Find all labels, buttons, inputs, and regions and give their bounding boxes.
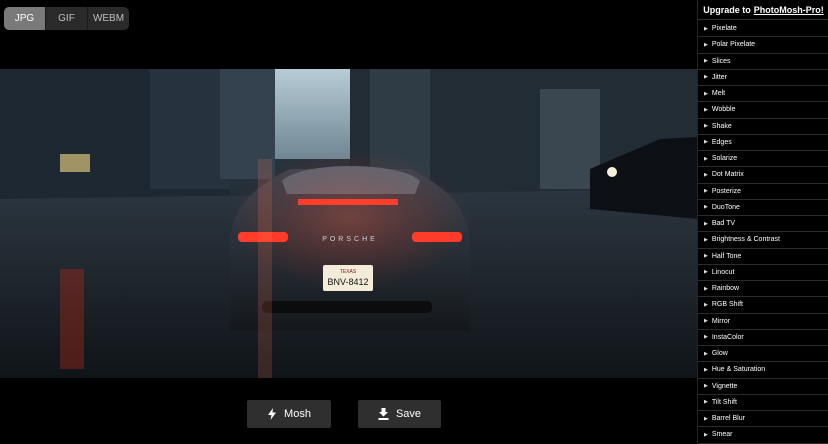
- tab-jpg[interactable]: JPG: [4, 7, 46, 30]
- expand-arrow-icon: ▶: [704, 25, 708, 32]
- upgrade-banner: Upgrade to PhotoMosh-Pro!: [698, 0, 828, 20]
- expand-arrow-icon: ▶: [704, 123, 708, 130]
- expand-arrow-icon: ▶: [704, 383, 708, 390]
- effect-label: Rainbow: [711, 285, 740, 293]
- mosh-button[interactable]: Mosh: [247, 400, 331, 428]
- effect-item[interactable]: ▶ DuoTone: [698, 200, 828, 216]
- effect-item[interactable]: ▶ Half Tone: [698, 249, 828, 265]
- effect-label: Linocut: [711, 268, 735, 276]
- effect-item[interactable]: ▶ Linocut: [698, 265, 828, 281]
- expand-arrow-icon: ▶: [704, 236, 708, 243]
- expand-arrow-icon: ▶: [704, 399, 708, 406]
- effect-label: Half Tone: [711, 252, 742, 260]
- effect-item[interactable]: ▶ Pixelate: [698, 21, 828, 38]
- effect-label: Jitter: [711, 73, 728, 81]
- effect-item[interactable]: ▶ Smear: [698, 427, 828, 444]
- expand-arrow-icon: ▶: [704, 139, 708, 146]
- expand-arrow-icon: ▶: [704, 74, 708, 81]
- save-button[interactable]: Save: [358, 400, 441, 428]
- effect-item[interactable]: ▶ Shake: [698, 119, 828, 135]
- mosh-label: Mosh: [284, 408, 311, 420]
- preview-image: PORSCHE TEXAS BNV-8412: [0, 69, 698, 378]
- effect-item[interactable]: ▶ Dot Matrix: [698, 167, 828, 184]
- effect-label: Tilt Shift: [711, 398, 737, 406]
- plate-state: TEXAS: [340, 269, 357, 275]
- expand-arrow-icon: ▶: [704, 106, 708, 113]
- effect-item[interactable]: ▶ RGB Shift: [698, 297, 828, 314]
- effect-item[interactable]: ▶ Hue & Saturation: [698, 362, 828, 379]
- expand-arrow-icon: ▶: [704, 204, 708, 211]
- expand-arrow-icon: ▶: [704, 334, 708, 341]
- bolt-icon: [268, 408, 277, 420]
- effect-label: Mirror: [711, 317, 731, 325]
- effect-item[interactable]: ▶ Brightness & Contrast: [698, 232, 828, 249]
- download-icon: [378, 408, 389, 420]
- effect-item[interactable]: ▶ Polar Pixelate: [698, 37, 828, 54]
- car-badge: PORSCHE: [322, 236, 378, 243]
- effect-item[interactable]: ▶ Tilt Shift: [698, 395, 828, 411]
- expand-arrow-icon: ▶: [704, 41, 708, 48]
- expand-arrow-icon: ▶: [704, 415, 708, 422]
- effect-item[interactable]: ▶ Posterize: [698, 184, 828, 200]
- expand-arrow-icon: ▶: [704, 188, 708, 195]
- expand-arrow-icon: ▶: [704, 431, 708, 438]
- effect-item[interactable]: ▶ Barrel Blur: [698, 411, 828, 428]
- effect-label: RGB Shift: [711, 301, 743, 309]
- effect-item[interactable]: ▶ Slices: [698, 54, 828, 70]
- effect-item[interactable]: ▶ Bad TV: [698, 216, 828, 233]
- expand-arrow-icon: ▶: [704, 269, 708, 276]
- tab-gif[interactable]: GIF: [46, 7, 88, 30]
- effect-label: Shake: [711, 122, 732, 130]
- expand-arrow-icon: ▶: [704, 155, 708, 162]
- expand-arrow-icon: ▶: [704, 318, 708, 325]
- upgrade-prefix: Upgrade to: [703, 4, 751, 15]
- expand-arrow-icon: ▶: [704, 253, 708, 260]
- expand-arrow-icon: ▶: [704, 220, 708, 227]
- effect-label: Wobble: [711, 106, 736, 114]
- effects-sidebar: Upgrade to PhotoMosh-Pro! ▶ Pixelate ▶ Pola…: [697, 0, 828, 444]
- effect-label: InstaColor: [711, 333, 744, 341]
- effect-item[interactable]: ▶ Rainbow: [698, 281, 828, 298]
- expand-arrow-icon: ▶: [704, 301, 708, 308]
- effect-item[interactable]: ▶ InstaColor: [698, 330, 828, 346]
- save-label: Save: [395, 408, 422, 420]
- effects-list: ▶ Pixelate ▶ Polar Pixelate ▶ Slices ▶ Jitter ▶ M…: [698, 21, 828, 444]
- effect-label: Bad TV: [711, 220, 736, 228]
- upgrade-link[interactable]: PhotoMosh-Pro!: [754, 5, 824, 15]
- expand-arrow-icon: ▶: [704, 171, 708, 178]
- effect-label: Polar Pixelate: [711, 41, 756, 49]
- effect-item[interactable]: ▶ Wobble: [698, 102, 828, 119]
- plate-number: BNV-8412: [327, 277, 368, 287]
- effect-label: Melt: [711, 90, 726, 98]
- effect-item[interactable]: ▶ Melt: [698, 86, 828, 103]
- effect-label: Solarize: [711, 155, 738, 163]
- effect-item[interactable]: ▶ Mirror: [698, 314, 828, 330]
- effect-label: Edges: [711, 138, 732, 146]
- effect-label: Pixelate: [711, 25, 737, 33]
- effect-label: DuoTone: [711, 203, 740, 211]
- expand-arrow-icon: ▶: [704, 366, 708, 373]
- effect-item[interactable]: ▶ Vignette: [698, 379, 828, 395]
- expand-arrow-icon: ▶: [704, 90, 708, 97]
- effect-label: Brightness & Contrast: [711, 236, 780, 244]
- expand-arrow-icon: ▶: [704, 58, 708, 65]
- effect-item[interactable]: ▶ Edges: [698, 135, 828, 151]
- effect-label: Slices: [711, 57, 731, 65]
- effect-item[interactable]: ▶ Glow: [698, 346, 828, 363]
- expand-arrow-icon: ▶: [704, 350, 708, 357]
- effect-label: Barrel Blur: [711, 415, 745, 423]
- effect-label: Posterize: [711, 187, 742, 195]
- effect-label: Hue & Saturation: [711, 366, 766, 374]
- effect-label: Dot Matrix: [711, 171, 744, 179]
- format-tabs: JPG GIF WEBM: [4, 7, 129, 30]
- expand-arrow-icon: ▶: [704, 285, 708, 292]
- effect-label: Vignette: [711, 382, 738, 390]
- effect-item[interactable]: ▶ Jitter: [698, 70, 828, 86]
- tab-webm[interactable]: WEBM: [88, 7, 129, 30]
- effect-item[interactable]: ▶ Solarize: [698, 151, 828, 168]
- effect-label: Smear: [711, 431, 733, 439]
- effect-label: Glow: [711, 350, 728, 358]
